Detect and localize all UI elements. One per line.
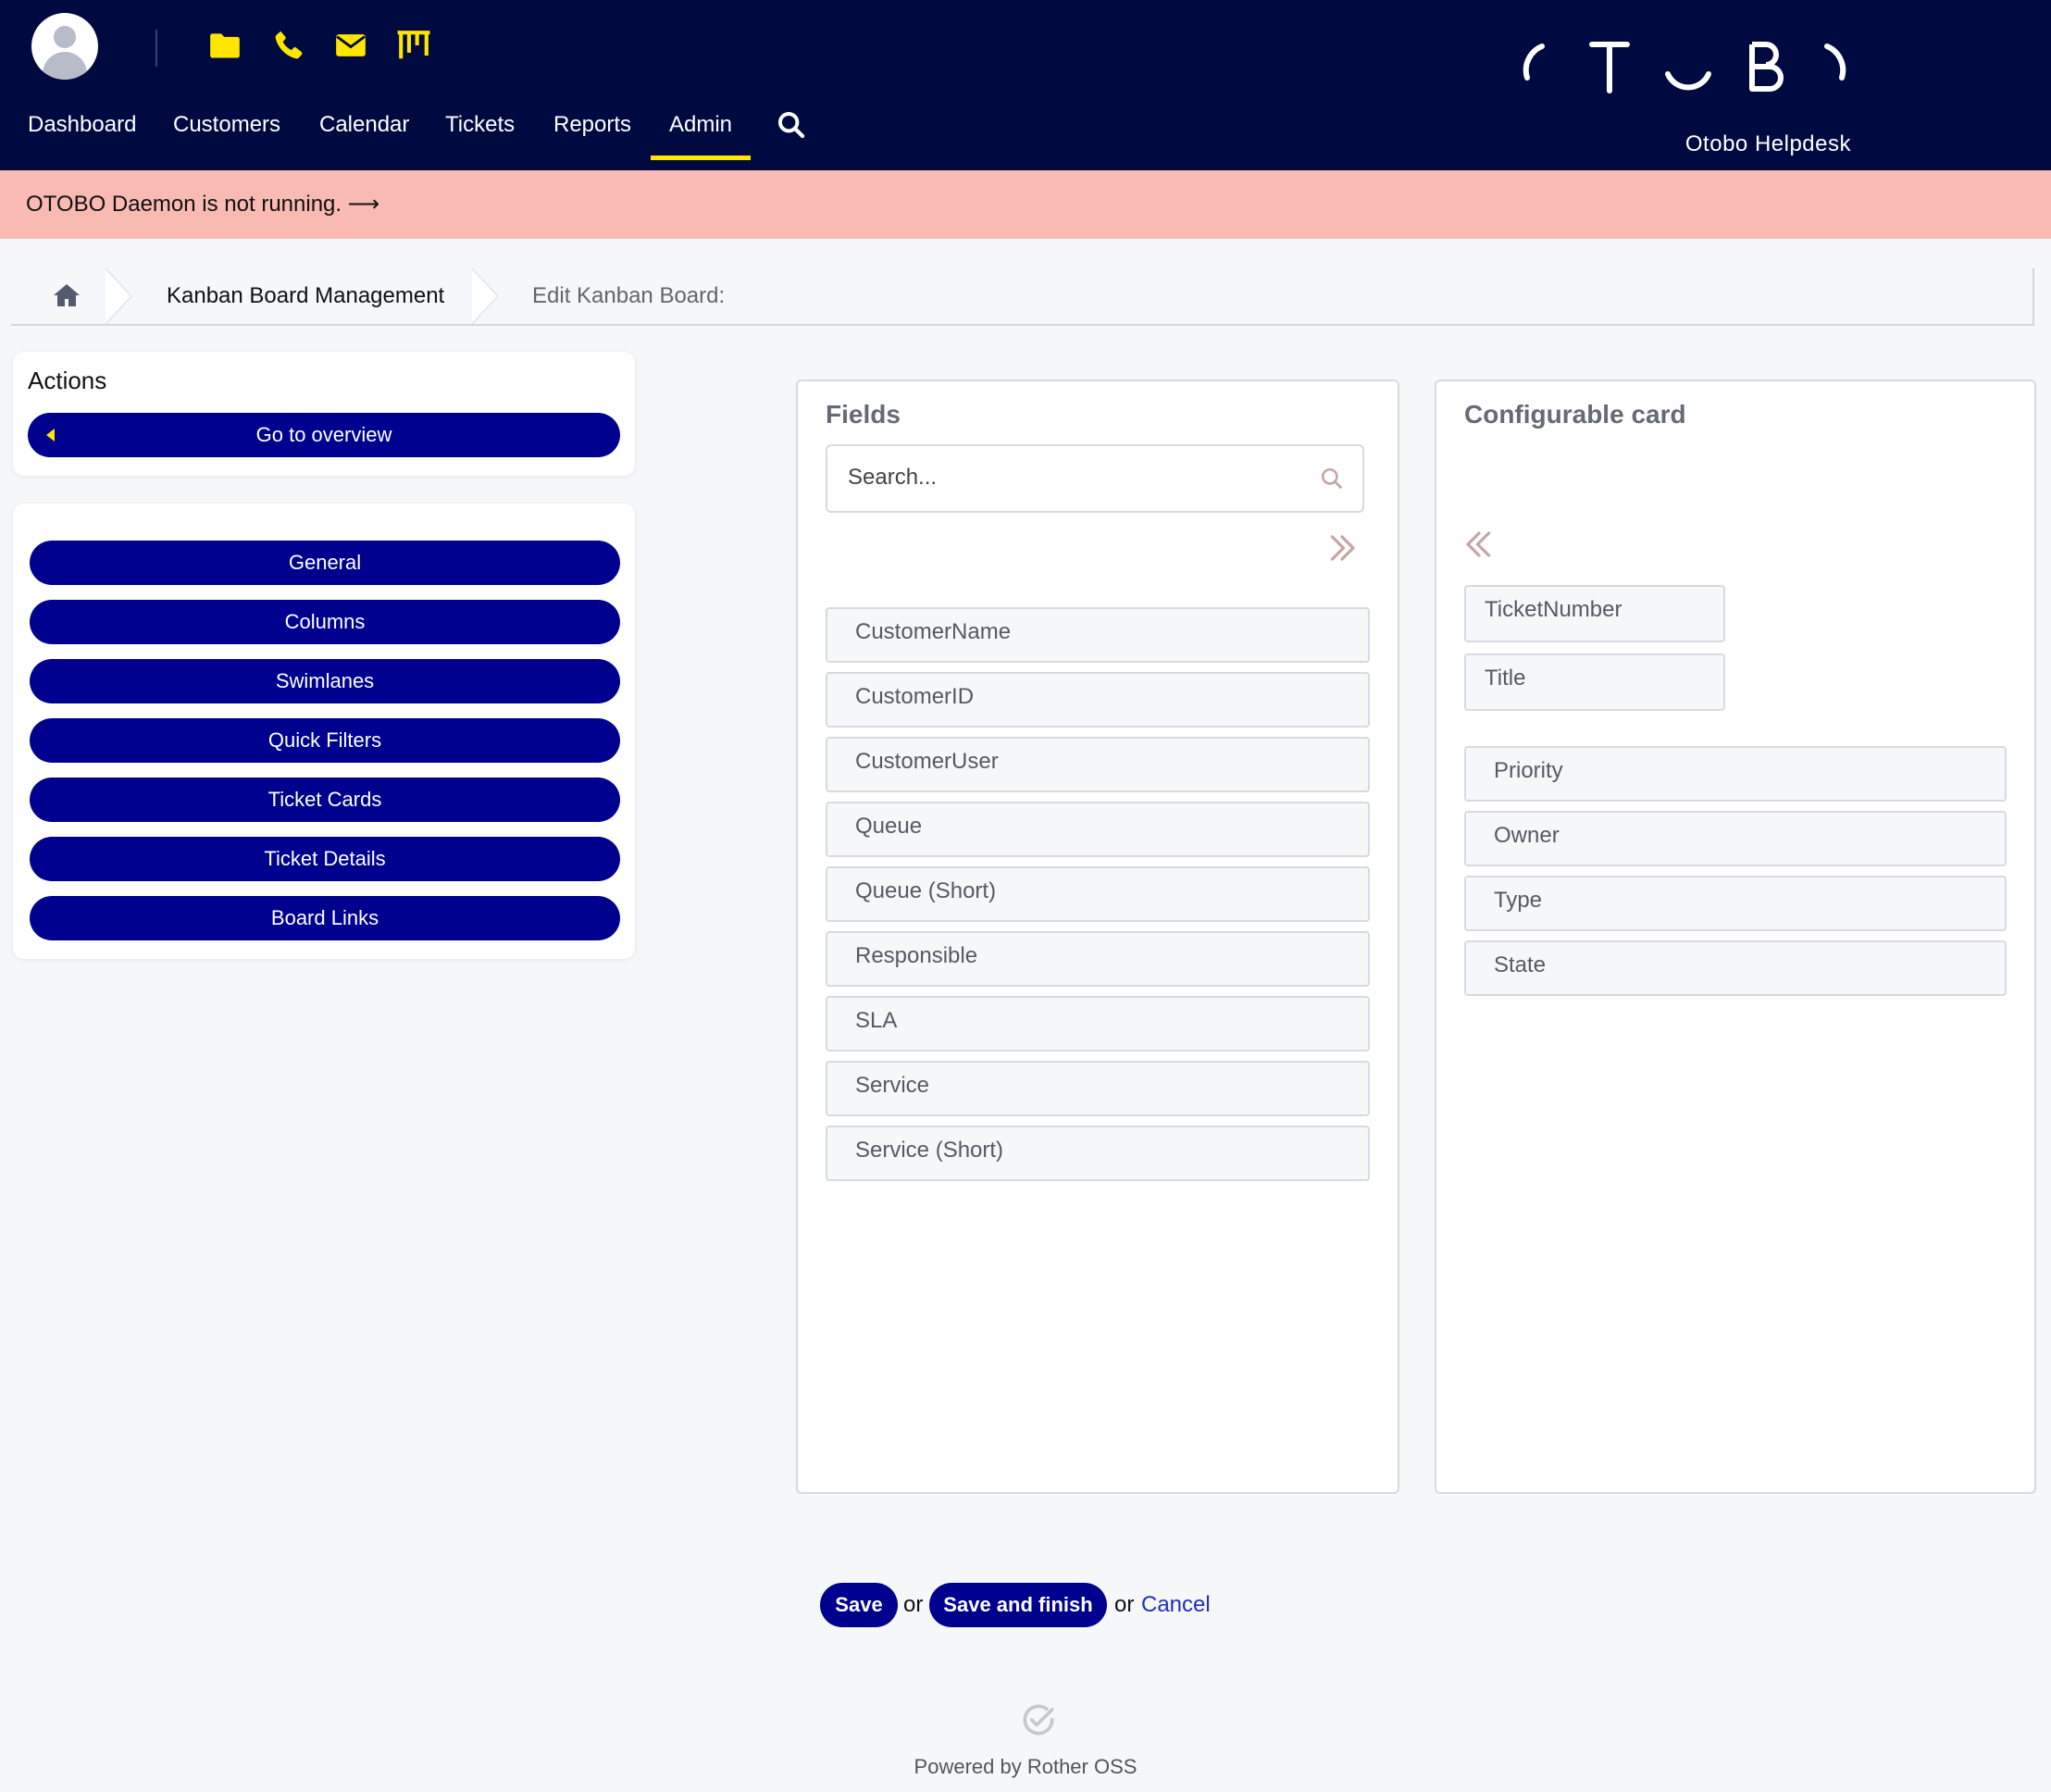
save-button[interactable]: Save xyxy=(820,1583,898,1627)
otobo-logo xyxy=(1523,42,1846,93)
nav-reports[interactable]: Reports xyxy=(553,109,631,141)
powered-by-text: Powered by Rother OSS xyxy=(914,1755,1137,1778)
section-ticket-cards-button[interactable]: Ticket Cards xyxy=(30,778,620,822)
card-body-item[interactable]: Owner xyxy=(1464,811,2007,866)
nav-calendar[interactable]: Calendar xyxy=(319,109,409,141)
rother-oss-check-icon xyxy=(1023,1704,1054,1736)
daemon-warning-banner[interactable]: OTOBO Daemon is not running. ⟶ xyxy=(0,170,2051,239)
section-board-links-button[interactable]: Board Links xyxy=(30,896,620,940)
move-all-right-icon[interactable] xyxy=(1325,531,1359,565)
card-header-item[interactable]: Title xyxy=(1464,653,1725,711)
go-to-overview-button[interactable]: Go to overview xyxy=(28,413,620,457)
configurable-card-panel: Configurable card TicketNumber Title Pri… xyxy=(1435,380,2036,1494)
or-text: or xyxy=(903,1592,924,1617)
home-icon[interactable] xyxy=(52,281,81,309)
envelope-icon[interactable] xyxy=(333,28,368,63)
nav-admin[interactable]: Admin xyxy=(650,109,752,160)
section-quick-filters-button[interactable]: Quick Filters xyxy=(30,718,620,763)
logo-subtitle: Otobo Helpdesk xyxy=(1684,131,1851,156)
field-item[interactable]: Responsible xyxy=(826,931,1370,987)
actions-title: Actions xyxy=(28,367,107,394)
field-item[interactable]: CustomerID xyxy=(826,672,1370,728)
field-item[interactable]: CustomerName xyxy=(826,607,1370,663)
breadcrumb-separator xyxy=(471,268,500,324)
caret-left-icon xyxy=(46,429,55,442)
phone-icon[interactable] xyxy=(271,28,306,63)
breadcrumb-kanban-management[interactable]: Kanban Board Management xyxy=(167,283,444,309)
actions-panel: Actions Go to overview xyxy=(13,352,635,476)
fields-search xyxy=(826,444,1364,513)
card-header-item[interactable]: TicketNumber xyxy=(1464,585,1725,642)
user-avatar[interactable] xyxy=(31,13,98,80)
section-swimlanes-button[interactable]: Swimlanes xyxy=(30,659,620,703)
breadcrumb-separator xyxy=(105,268,133,324)
field-item[interactable]: Queue xyxy=(826,802,1370,857)
field-item[interactable]: CustomerUser xyxy=(826,737,1370,792)
fields-search-input[interactable] xyxy=(846,446,1294,509)
breadcrumb-current: Edit Kanban Board: xyxy=(532,283,726,308)
field-item[interactable]: Queue (Short) xyxy=(826,866,1370,922)
folder-icon[interactable] xyxy=(207,28,242,63)
field-item[interactable]: Service (Short) xyxy=(826,1126,1370,1181)
section-ticket-details-button[interactable]: Ticket Details xyxy=(30,837,620,881)
save-and-finish-button[interactable]: Save and finish xyxy=(929,1583,1107,1627)
section-general-button[interactable]: General xyxy=(30,541,620,585)
section-columns-button[interactable]: Columns xyxy=(30,600,620,644)
banner-text[interactable]: OTOBO Daemon is not running. ⟶ xyxy=(26,191,379,218)
section-nav-panel: General Columns Swimlanes Quick Filters … xyxy=(13,504,635,959)
search-icon[interactable] xyxy=(776,109,807,141)
search-icon[interactable] xyxy=(1320,467,1344,491)
cancel-link[interactable]: Cancel xyxy=(1141,1592,1211,1618)
header-divider xyxy=(155,30,157,67)
nav-dashboard[interactable]: Dashboard xyxy=(28,109,136,141)
nav-customers[interactable]: Customers xyxy=(173,109,280,141)
field-item[interactable]: SLA xyxy=(826,996,1370,1052)
move-all-left-icon[interactable] xyxy=(1462,528,1496,561)
card-body-item[interactable]: Type xyxy=(1464,876,2007,931)
nav-tickets[interactable]: Tickets xyxy=(445,109,515,141)
kanban-icon[interactable] xyxy=(396,28,431,63)
or-text: or xyxy=(1114,1592,1135,1617)
card-body-item[interactable]: Priority xyxy=(1464,746,2007,802)
top-header: Dashboard Customers Calendar Tickets Rep… xyxy=(0,0,2051,170)
fields-title: Fields xyxy=(826,400,901,429)
configurable-card-title: Configurable card xyxy=(1464,400,1686,429)
breadcrumb: Kanban Board Management Edit Kanban Boar… xyxy=(11,268,2034,326)
field-item[interactable]: Service xyxy=(826,1061,1370,1116)
fields-panel: Fields CustomerName CustomerID CustomerU… xyxy=(796,380,1399,1494)
card-body-item[interactable]: State xyxy=(1464,940,2007,996)
